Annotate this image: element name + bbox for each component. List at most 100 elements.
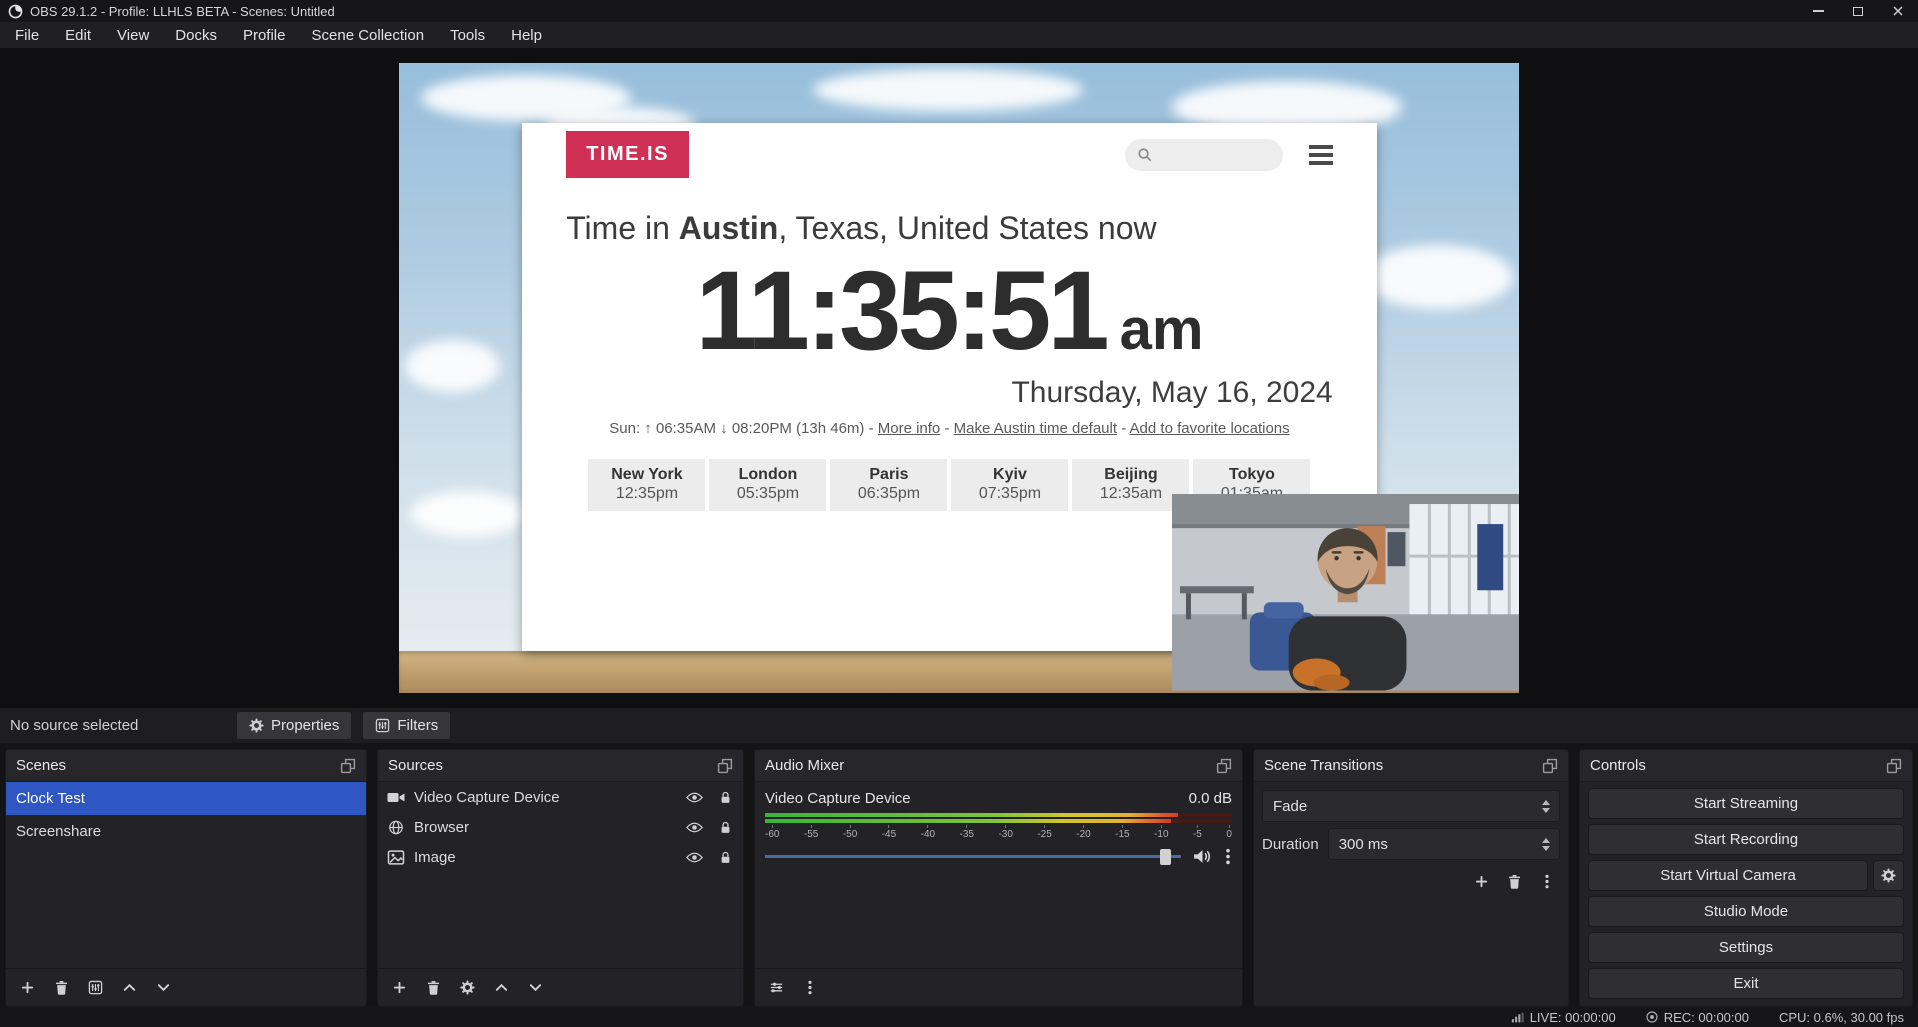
menu-view[interactable]: View bbox=[104, 22, 162, 48]
source-item-browser[interactable]: Browser bbox=[378, 812, 743, 842]
duration-spinbox[interactable]: 300 ms bbox=[1328, 828, 1560, 860]
eye-icon[interactable] bbox=[686, 791, 703, 804]
cloud bbox=[813, 69, 1083, 111]
eye-icon[interactable] bbox=[686, 821, 703, 834]
move-source-down-button[interactable] bbox=[522, 975, 548, 1001]
eye-icon[interactable] bbox=[686, 851, 703, 864]
maximize-icon bbox=[1853, 7, 1863, 16]
move-scene-down-button[interactable] bbox=[150, 975, 176, 1001]
transition-properties-button[interactable] bbox=[1534, 868, 1560, 894]
move-source-up-button[interactable] bbox=[488, 975, 514, 1001]
db-tick: -15 bbox=[1115, 825, 1129, 840]
menu-docks[interactable]: Docks bbox=[162, 22, 230, 48]
popout-dock-icon[interactable] bbox=[1216, 758, 1232, 774]
program-canvas[interactable]: TIME.IS Time in Austin, Texas, United St… bbox=[399, 63, 1519, 693]
city-name: Paris bbox=[830, 466, 947, 484]
plus-icon bbox=[20, 980, 35, 995]
lock-icon[interactable] bbox=[717, 851, 734, 864]
make-default-link: Make Austin time default bbox=[954, 420, 1117, 437]
source-item-image[interactable]: Image bbox=[378, 842, 743, 872]
source-toolbar: No source selected Properties Filters bbox=[0, 707, 1918, 743]
link-separator: - bbox=[944, 420, 949, 437]
db-tick: 0 bbox=[1226, 825, 1232, 840]
advanced-audio-button[interactable] bbox=[763, 975, 789, 1001]
popout-dock-icon[interactable] bbox=[1542, 758, 1558, 774]
db-tick: -5 bbox=[1193, 825, 1202, 840]
timeis-logo: TIME.IS bbox=[566, 131, 689, 178]
exit-button[interactable]: Exit bbox=[1588, 968, 1904, 999]
lock-icon[interactable] bbox=[717, 791, 734, 804]
city-tile: London 05:35pm bbox=[709, 459, 826, 511]
menu-profile[interactable]: Profile bbox=[230, 22, 299, 48]
remove-scene-button[interactable] bbox=[48, 975, 74, 1001]
volume-slider[interactable] bbox=[765, 849, 1181, 865]
popout-dock-icon[interactable] bbox=[717, 758, 733, 774]
menu-scene-collection[interactable]: Scene Collection bbox=[299, 22, 438, 48]
remove-transition-button[interactable] bbox=[1501, 868, 1527, 894]
lock-icon[interactable] bbox=[717, 821, 734, 834]
db-tick: -50 bbox=[843, 825, 857, 840]
city-name: New York bbox=[588, 466, 705, 484]
scene-item-clock-test[interactable]: Clock Test bbox=[6, 782, 366, 815]
chevron-up-icon bbox=[494, 980, 509, 995]
controls-title: Controls bbox=[1590, 757, 1646, 774]
gear-icon bbox=[460, 980, 475, 995]
scene-filters-button[interactable] bbox=[82, 975, 108, 1001]
controls-header: Controls bbox=[1580, 750, 1912, 782]
city-time: 07:35pm bbox=[951, 485, 1068, 503]
db-tick: -20 bbox=[1076, 825, 1090, 840]
close-button[interactable] bbox=[1878, 0, 1918, 22]
start-virtual-camera-button[interactable]: Start Virtual Camera bbox=[1588, 860, 1868, 891]
webcam-source[interactable] bbox=[1172, 494, 1519, 691]
kebab-menu-icon bbox=[806, 980, 814, 995]
spinner-down-icon bbox=[1542, 846, 1550, 851]
remove-source-button[interactable] bbox=[420, 975, 446, 1001]
transition-select[interactable]: Fade bbox=[1262, 790, 1560, 822]
mixer-menu-button[interactable] bbox=[797, 975, 823, 1001]
audio-mixer-panel: Audio Mixer Video Capture Device 0.0 dB … bbox=[754, 749, 1243, 1007]
rec-status: REC: 00:00:00 bbox=[1646, 1010, 1749, 1025]
settings-button[interactable]: Settings bbox=[1588, 932, 1904, 963]
menu-file[interactable]: File bbox=[2, 22, 52, 48]
menu-tools[interactable]: Tools bbox=[437, 22, 498, 48]
minimize-button[interactable] bbox=[1798, 0, 1838, 22]
move-scene-up-button[interactable] bbox=[116, 975, 142, 1001]
sun-times: Sun: ↑ 06:35AM ↓ 08:20PM (13h 46m) - bbox=[609, 420, 873, 437]
record-icon bbox=[1646, 1011, 1658, 1023]
menu-edit[interactable]: Edit bbox=[52, 22, 104, 48]
add-transition-button[interactable] bbox=[1468, 868, 1494, 894]
add-source-button[interactable] bbox=[386, 975, 412, 1001]
popout-dock-icon[interactable] bbox=[340, 758, 356, 774]
source-item-video-capture[interactable]: Video Capture Device bbox=[378, 782, 743, 812]
plus-icon bbox=[1474, 874, 1489, 889]
spinbox-arrows[interactable] bbox=[1533, 829, 1559, 859]
studio-mode-button[interactable]: Studio Mode bbox=[1588, 896, 1904, 927]
start-recording-button[interactable]: Start Recording bbox=[1588, 824, 1904, 855]
spinner-up-icon bbox=[1542, 838, 1550, 843]
source-properties-button[interactable] bbox=[454, 975, 480, 1001]
source-label: Video Capture Device bbox=[414, 789, 672, 806]
scenes-header: Scenes bbox=[6, 750, 366, 782]
scene-item-screenshare[interactable]: Screenshare bbox=[6, 815, 366, 848]
sources-header: Sources bbox=[378, 750, 743, 782]
select-arrows[interactable] bbox=[1533, 791, 1559, 821]
popout-dock-icon[interactable] bbox=[1886, 758, 1902, 774]
clock-digits: 11:35:51 bbox=[695, 249, 1105, 372]
audio-mixer-title: Audio Mixer bbox=[765, 757, 844, 774]
heading-suffix: , Texas, United States now bbox=[778, 210, 1156, 246]
maximize-button[interactable] bbox=[1838, 0, 1878, 22]
volume-slider-handle[interactable] bbox=[1160, 849, 1171, 865]
start-streaming-button[interactable]: Start Streaming bbox=[1588, 788, 1904, 819]
virtual-camera-settings-button[interactable] bbox=[1873, 860, 1904, 891]
kebab-menu-icon[interactable] bbox=[1224, 848, 1232, 865]
speaker-icon[interactable] bbox=[1193, 848, 1212, 865]
filters-button[interactable]: Filters bbox=[362, 711, 451, 740]
mixer-channel: Video Capture Device 0.0 dB -60 -55 -50 … bbox=[755, 782, 1242, 968]
properties-button[interactable]: Properties bbox=[236, 711, 352, 740]
menu-help[interactable]: Help bbox=[498, 22, 555, 48]
add-favorite-link: Add to favorite locations bbox=[1130, 420, 1290, 437]
add-scene-button[interactable] bbox=[14, 975, 40, 1001]
db-tick: -55 bbox=[804, 825, 818, 840]
clock-row: 11:35:51 am bbox=[566, 249, 1333, 372]
filters-icon bbox=[375, 718, 390, 733]
